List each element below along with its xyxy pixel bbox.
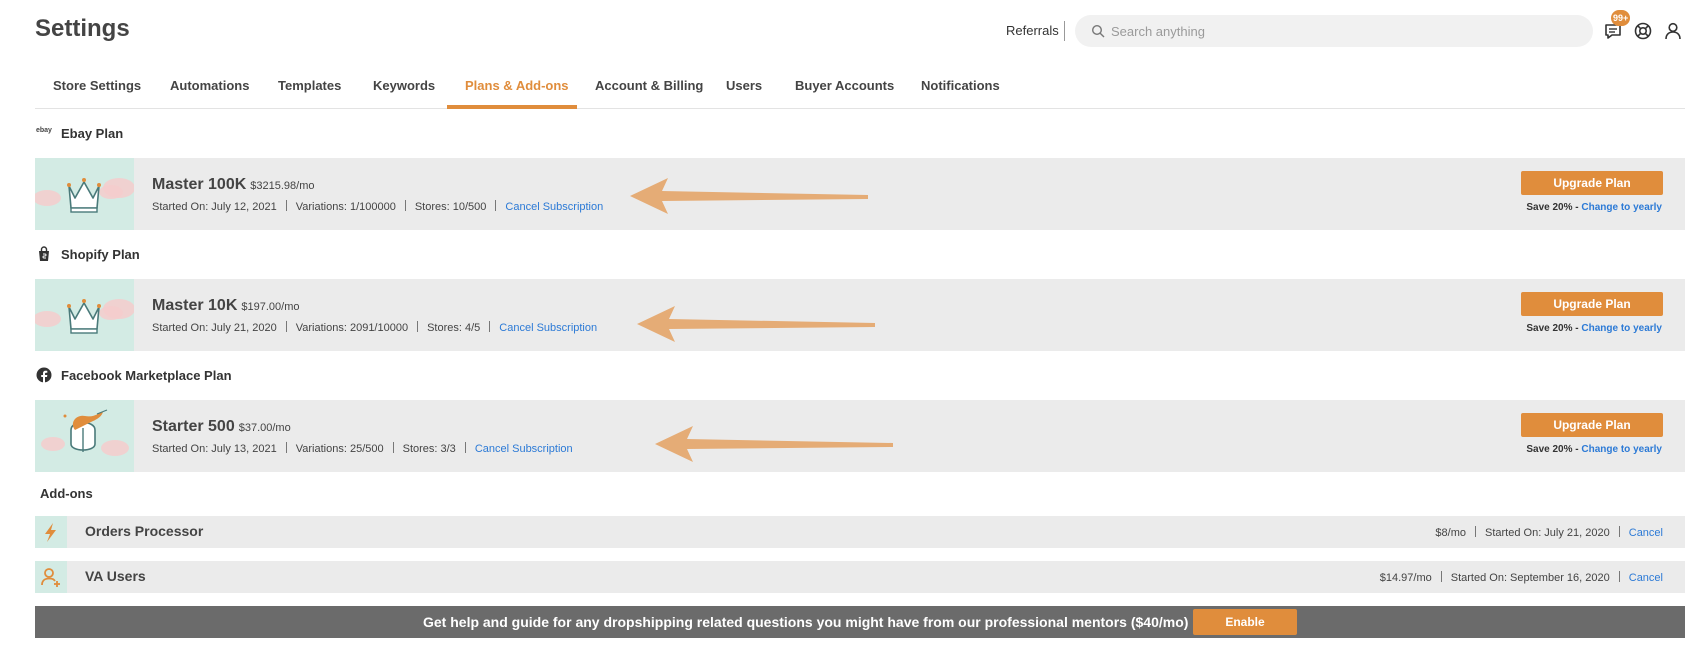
ebay-logo-icon: ebay bbox=[36, 127, 52, 134]
search-bar[interactable] bbox=[1075, 15, 1593, 47]
plan-started: Started On: July 21, 2020 bbox=[152, 322, 277, 334]
header-divider bbox=[1064, 21, 1065, 41]
addon-row-orders-processor: Orders Processor $8/mo Started On: July 2… bbox=[35, 516, 1685, 548]
plan-details: Started On: July 13, 2021 Variations: 25/… bbox=[152, 442, 573, 455]
tab-users[interactable]: Users bbox=[726, 78, 762, 93]
section-title-ebay: Ebay Plan bbox=[61, 126, 124, 141]
facebook-icon bbox=[36, 367, 52, 383]
notification-badge: 99+ bbox=[1611, 10, 1631, 26]
plan-price: $37.00/mo bbox=[238, 422, 291, 434]
addon-cancel-link[interactable]: Cancel bbox=[1629, 527, 1663, 539]
settings-tabs: Store Settings Automations Templates Key… bbox=[35, 66, 1685, 109]
addon-row-va-users: VA Users $14.97/mo Started On: September … bbox=[35, 561, 1685, 593]
change-to-yearly-link[interactable]: Change to yearly bbox=[1581, 444, 1662, 455]
plan-stores: Stores: 4/5 bbox=[427, 322, 481, 334]
save-yearly-line: Save 20% - Change to yearly bbox=[1526, 202, 1662, 213]
tab-buyer-accounts[interactable]: Buyer Accounts bbox=[795, 78, 894, 93]
section-title-shopify: Shopify Plan bbox=[61, 247, 140, 262]
tab-notifications[interactable]: Notifications bbox=[921, 78, 1000, 93]
upgrade-plan-button[interactable]: Upgrade Plan bbox=[1521, 292, 1663, 316]
user-profile-icon[interactable] bbox=[1662, 20, 1684, 42]
tab-automations[interactable]: Automations bbox=[170, 78, 249, 93]
plan-price: $197.00/mo bbox=[241, 301, 300, 313]
knight-helmet-icon bbox=[41, 409, 129, 456]
plan-details: Started On: July 21, 2020 Variations: 209… bbox=[152, 321, 597, 334]
tab-store-settings[interactable]: Store Settings bbox=[53, 78, 141, 93]
addon-cancel-link[interactable]: Cancel bbox=[1629, 572, 1663, 584]
addon-price: $14.97/mo bbox=[1379, 572, 1432, 584]
search-icon bbox=[1091, 24, 1105, 38]
help-lifebuoy-icon[interactable] bbox=[1632, 20, 1654, 42]
mentor-promo-text: Get help and guide for any dropshipping … bbox=[423, 614, 1189, 630]
plan-details: Started On: July 12, 2021 Variations: 1/1… bbox=[152, 200, 603, 213]
change-to-yearly-link[interactable]: Change to yearly bbox=[1581, 202, 1662, 213]
addon-details: $8/mo Started On: July 21, 2020 Cancel bbox=[1435, 526, 1663, 539]
addons-title: Add-ons bbox=[40, 486, 93, 501]
plan-variations: Variations: 25/500 bbox=[295, 443, 384, 455]
tab-plans-addons[interactable]: Plans & Add-ons bbox=[465, 78, 569, 93]
cancel-subscription-link[interactable]: Cancel Subscription bbox=[505, 201, 603, 213]
upgrade-plan-button[interactable]: Upgrade Plan bbox=[1521, 413, 1663, 437]
addon-name: VA Users bbox=[85, 568, 146, 584]
enable-mentor-button[interactable]: Enable bbox=[1193, 609, 1297, 635]
tab-keywords[interactable]: Keywords bbox=[373, 78, 435, 93]
referrals-link[interactable]: Referrals bbox=[1006, 23, 1059, 38]
crown-icon bbox=[35, 178, 134, 213]
cancel-subscription-link[interactable]: Cancel Subscription bbox=[499, 322, 597, 334]
annotation-arrow bbox=[655, 426, 893, 462]
plan-started: Started On: July 13, 2021 bbox=[152, 443, 277, 455]
shopify-bag-icon bbox=[39, 246, 49, 261]
plan-started: Started On: July 12, 2021 bbox=[152, 201, 277, 213]
plan-stores: Stores: 3/3 bbox=[402, 443, 456, 455]
addon-price: $8/mo bbox=[1435, 527, 1466, 539]
page-title: Settings bbox=[35, 15, 130, 42]
plan-thumbnail bbox=[35, 158, 134, 230]
addon-started: Started On: July 21, 2020 bbox=[1485, 527, 1610, 539]
active-tab-indicator bbox=[447, 105, 577, 109]
lightning-icon bbox=[45, 523, 56, 542]
addon-icon-box bbox=[35, 561, 67, 593]
cancel-subscription-link[interactable]: Cancel Subscription bbox=[475, 443, 573, 455]
addon-started: Started On: September 16, 2020 bbox=[1450, 572, 1610, 584]
plan-thumbnail bbox=[35, 279, 134, 351]
upgrade-plan-button[interactable]: Upgrade Plan bbox=[1521, 171, 1663, 195]
plan-name: Master 10K $197.00/mo bbox=[152, 297, 300, 314]
search-input[interactable] bbox=[1111, 15, 1571, 47]
plan-variations: Variations: 2091/10000 bbox=[295, 322, 409, 334]
plan-thumbnail bbox=[35, 400, 134, 472]
save-text: Save 20% - bbox=[1526, 444, 1579, 455]
addon-icon-box bbox=[35, 516, 67, 548]
tab-account-billing[interactable]: Account & Billing bbox=[595, 78, 703, 93]
mentor-promo-bar: Get help and guide for any dropshipping … bbox=[35, 606, 1685, 638]
add-user-icon bbox=[41, 568, 60, 587]
tab-templates[interactable]: Templates bbox=[278, 78, 341, 93]
annotation-arrow bbox=[630, 178, 868, 214]
addon-details: $14.97/mo Started On: September 16, 2020 C… bbox=[1380, 571, 1663, 584]
section-title-facebook: Facebook Marketplace Plan bbox=[61, 368, 232, 383]
plan-name: Master 100K $3215.98/mo bbox=[152, 176, 315, 193]
save-text: Save 20% - bbox=[1526, 202, 1579, 213]
save-yearly-line: Save 20% - Change to yearly bbox=[1526, 444, 1662, 455]
change-to-yearly-link[interactable]: Change to yearly bbox=[1581, 323, 1662, 334]
plan-price: $3215.98/mo bbox=[250, 180, 315, 192]
crown-icon bbox=[35, 299, 134, 334]
plan-name: Starter 500 $37.00/mo bbox=[152, 418, 291, 435]
addon-name: Orders Processor bbox=[85, 523, 204, 539]
plan-stores: Stores: 10/500 bbox=[414, 201, 487, 213]
save-yearly-line: Save 20% - Change to yearly bbox=[1526, 323, 1662, 334]
annotation-arrow bbox=[637, 306, 875, 342]
plan-variations: Variations: 1/100000 bbox=[295, 201, 396, 213]
save-text: Save 20% - bbox=[1526, 323, 1579, 334]
